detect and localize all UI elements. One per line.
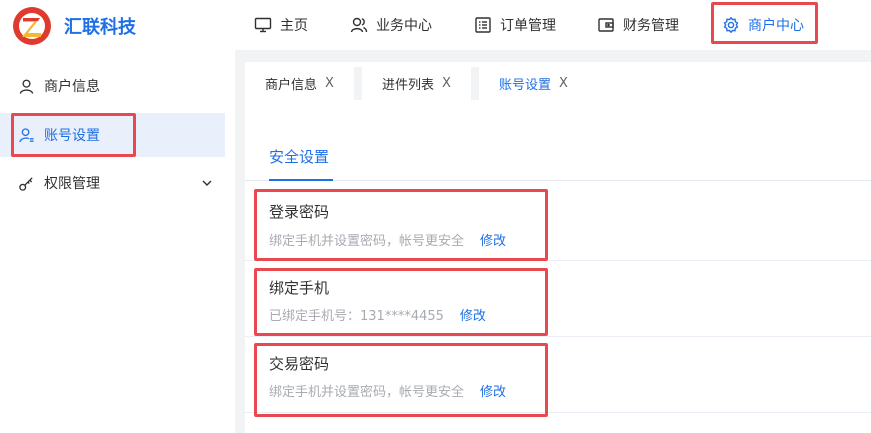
nav-finance[interactable]: 财务管理 — [597, 14, 679, 36]
sidebar-item-label: 商户信息 — [44, 79, 100, 95]
nav-business-label: 业务中心 — [376, 18, 432, 34]
sidebar-item-merchant-info[interactable]: 商户信息 — [0, 64, 225, 108]
highlight-box-trade-password — [254, 343, 548, 417]
tab-label: 商户信息 — [265, 78, 318, 93]
tab-separator — [471, 67, 479, 100]
tab-label: 账号设置 — [499, 78, 552, 93]
wallet-icon — [598, 18, 614, 32]
active-tab-underline — [269, 179, 333, 181]
sidebar-item-label: 权限管理 — [44, 176, 100, 192]
tab-application-list[interactable]: 进件列表 X — [362, 67, 471, 100]
close-icon[interactable]: X — [559, 76, 568, 91]
tab-merchant-info[interactable]: 商户信息 X — [245, 67, 354, 100]
tab-label: 进件列表 — [382, 78, 435, 93]
nav-home-label: 主页 — [280, 18, 308, 34]
tab-account-settings[interactable]: 账号设置 X — [479, 67, 590, 100]
user-icon — [19, 79, 34, 94]
monitor-icon — [254, 17, 272, 33]
nav-home[interactable]: 主页 — [254, 14, 308, 36]
highlight-box-nav — [711, 2, 818, 44]
list-icon — [475, 17, 491, 33]
nav-orders-label: 订单管理 — [500, 18, 556, 34]
section-tab-security[interactable]: 安全设置 — [269, 146, 329, 167]
sidebar-item-permissions[interactable]: 权限管理 — [0, 161, 225, 205]
close-icon[interactable]: X — [325, 76, 334, 91]
divider — [245, 180, 871, 181]
nav-finance-label: 财务管理 — [623, 18, 679, 34]
chevron-down-icon[interactable] — [201, 177, 213, 189]
users-icon — [350, 17, 368, 33]
nav-orders[interactable]: 订单管理 — [474, 14, 556, 36]
tab-separator — [354, 67, 362, 100]
tabs-bar: 商户信息 X 进件列表 X 账号设置 X — [245, 62, 871, 100]
divider — [245, 336, 871, 337]
sidebar: 商户信息 账号设置 权限管理 — [0, 50, 235, 433]
main-panel: 安全设置 登录密码 绑定手机并设置密码，帐号更安全 修改 绑定手机 已绑定手机号… — [245, 100, 871, 433]
logo-icon — [13, 7, 51, 45]
highlight-box-sidebar — [11, 113, 136, 157]
nav-business[interactable]: 业务中心 — [350, 14, 432, 36]
highlight-box-bind-phone — [254, 268, 548, 336]
close-icon[interactable]: X — [442, 76, 451, 91]
brand-name: 汇联科技 — [64, 17, 136, 38]
highlight-box-login-password — [254, 189, 548, 261]
key-icon — [19, 176, 33, 191]
